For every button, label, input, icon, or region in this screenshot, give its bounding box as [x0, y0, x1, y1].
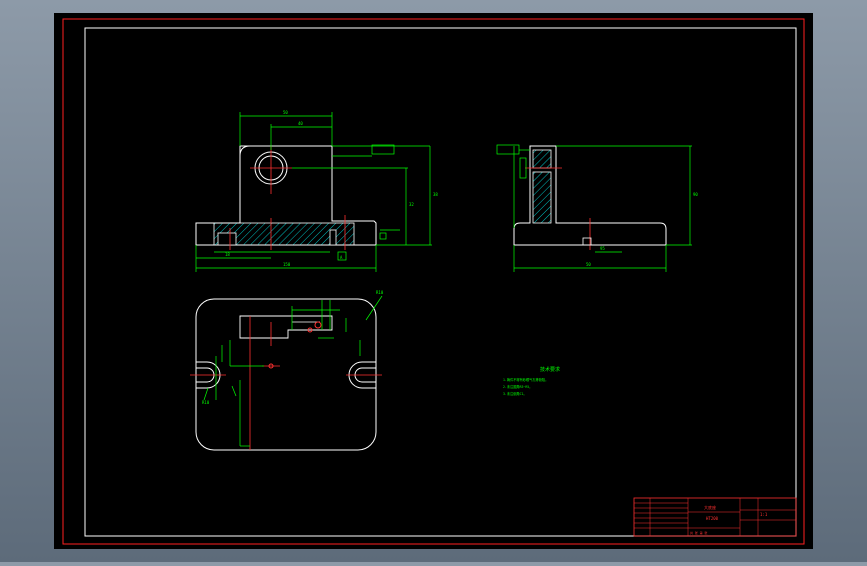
- drawing-sheet: [54, 13, 813, 549]
- front-dim-1: 50: [283, 110, 288, 115]
- notes-line-2: 2.未注圆角R3~R5。: [503, 384, 532, 389]
- front-dim-5: 18: [225, 252, 230, 257]
- title-material: HT200: [706, 516, 719, 521]
- front-dim-3: 38: [433, 192, 438, 197]
- title-sheet: 共 张 第 张: [690, 530, 707, 535]
- title-part-name: 大底座: [704, 504, 716, 510]
- top-dim-2: R10: [376, 290, 384, 295]
- title-scale: 1:1: [760, 512, 768, 517]
- front-dim-6: 150: [283, 262, 291, 267]
- cad-viewport[interactable]: 50 40 38 32 18 150 A 50 90 95 R10 R10 技术…: [0, 0, 867, 562]
- side-dim-3: 95: [600, 246, 605, 251]
- notes-line-3: 3.未注倒角C1。: [503, 391, 527, 396]
- notes-line-1: 1.铸件不得有砂眼气孔等缺陷。: [503, 377, 548, 382]
- notes-heading: 技术要求: [540, 366, 560, 373]
- side-section-hatch: [532, 171, 552, 224]
- side-dim-1: 50: [586, 262, 591, 267]
- front-dim-2: 40: [298, 121, 303, 126]
- side-dim-2: 90: [693, 192, 698, 197]
- top-dim-1: R10: [202, 400, 210, 405]
- front-dim-4: 32: [409, 202, 414, 207]
- drawing-canvas[interactable]: 50 40 38 32 18 150 A 50 90 95 R10 R10 技术…: [0, 0, 867, 562]
